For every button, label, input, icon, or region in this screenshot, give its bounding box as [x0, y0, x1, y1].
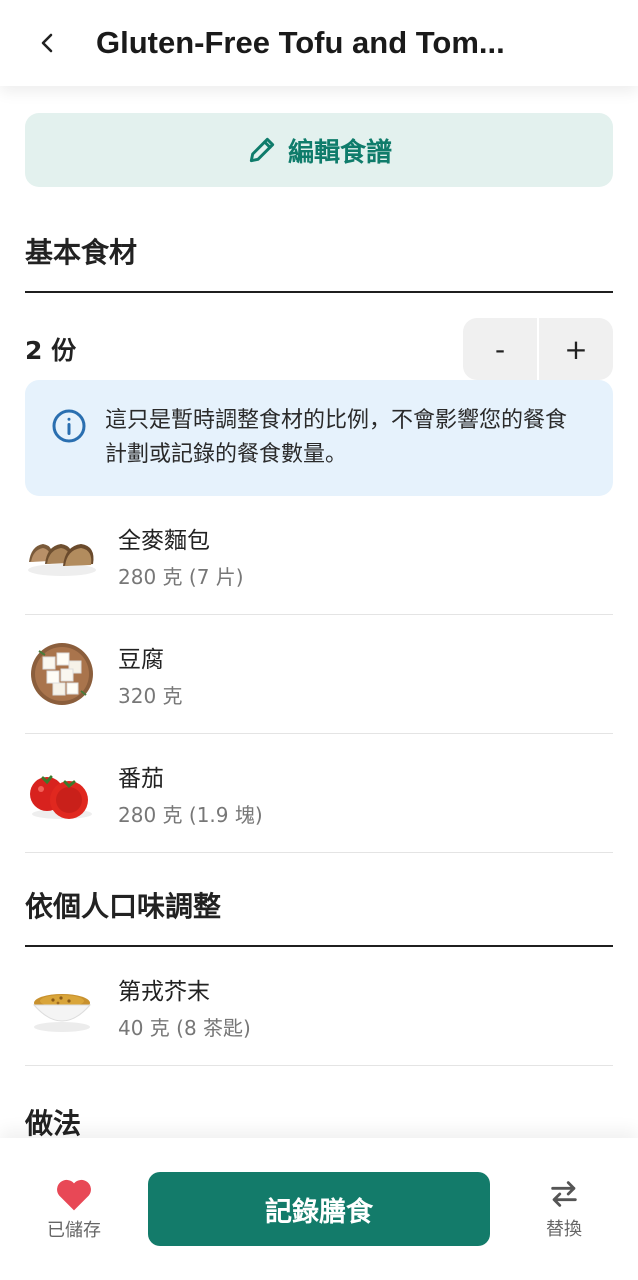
edit-recipe-label: 編輯食譜: [287, 137, 392, 168]
ingredient-row[interactable]: 全麥麵包 280 克 (7 片): [25, 496, 613, 615]
info-icon: [52, 409, 86, 443]
ingredient-name: 番茄: [118, 765, 164, 792]
log-meal-button[interactable]: 記錄膳食: [148, 1172, 490, 1246]
ingredient-row[interactable]: 番茄 280 克 (1.9 塊): [25, 734, 613, 853]
scaling-info-text: 這只是暫時調整食材的比例，不會影響您的餐食計劃或記錄的餐食數量。: [105, 408, 568, 467]
edit-recipe-button[interactable]: 編輯食譜: [25, 113, 613, 187]
ingredient-row[interactable]: 豆腐 320 克: [25, 615, 613, 734]
tofu-image: [25, 637, 99, 711]
saved-label: 已儲存: [47, 1220, 101, 1241]
tofu-icon: [31, 643, 93, 705]
mustard-icon: [32, 994, 92, 1032]
servings-stepper: - +: [463, 318, 613, 380]
ingredient-quantity: 320 克: [118, 683, 183, 708]
back-button[interactable]: [0, 0, 96, 86]
pencil-icon: [249, 137, 275, 163]
bread-icon: [28, 544, 96, 576]
saved-button[interactable]: 已儲存: [0, 1176, 148, 1242]
scaling-info-box: 這只是暫時調整食材的比例，不會影響您的餐食計劃或記錄的餐食數量。: [25, 380, 613, 496]
ingredient-quantity: 280 克 (1.9 塊): [118, 802, 263, 827]
mustard-image: [25, 969, 99, 1043]
ingredient-quantity: 280 克 (7 片): [118, 564, 244, 589]
servings-count: 2 份: [25, 336, 77, 365]
tomato-image: [25, 756, 99, 830]
increase-servings-button[interactable]: +: [539, 318, 613, 380]
page-title: Gluten-Free Tofu and Tom...: [96, 25, 505, 60]
heart-icon: [57, 1179, 91, 1211]
taste-ingredients-heading: 依個人口味調整: [25, 885, 613, 947]
basic-ingredients-heading: 基本食材: [25, 231, 613, 293]
ingredient-quantity: 40 克 (8 茶匙): [118, 1015, 251, 1040]
ingredient-name: 第戎芥末: [118, 978, 210, 1005]
recipe-content: 編輯食譜 基本食材 2 份 - + 這只是暫時調整食材的比例，不會影響您的餐食計…: [25, 86, 613, 1142]
bread-image: [25, 518, 99, 592]
tomato-icon: [30, 775, 92, 819]
top-bar: Gluten-Free Tofu and Tom...: [0, 0, 638, 86]
method-heading: 做法: [25, 1107, 82, 1140]
ingredient-name: 豆腐: [118, 646, 164, 673]
swap-label: 替換: [546, 1219, 582, 1240]
ingredient-row[interactable]: 第戎芥末 40 克 (8 茶匙): [25, 947, 613, 1066]
swap-arrows-icon: [551, 1181, 577, 1207]
decrease-servings-button[interactable]: -: [463, 318, 537, 380]
ingredient-name: 全麥麵包: [118, 527, 210, 554]
back-arrow-icon: [41, 33, 53, 53]
swap-button[interactable]: 替換: [490, 1177, 638, 1241]
bottom-action-bar: 已儲存 記錄膳食 替換: [0, 1138, 638, 1280]
